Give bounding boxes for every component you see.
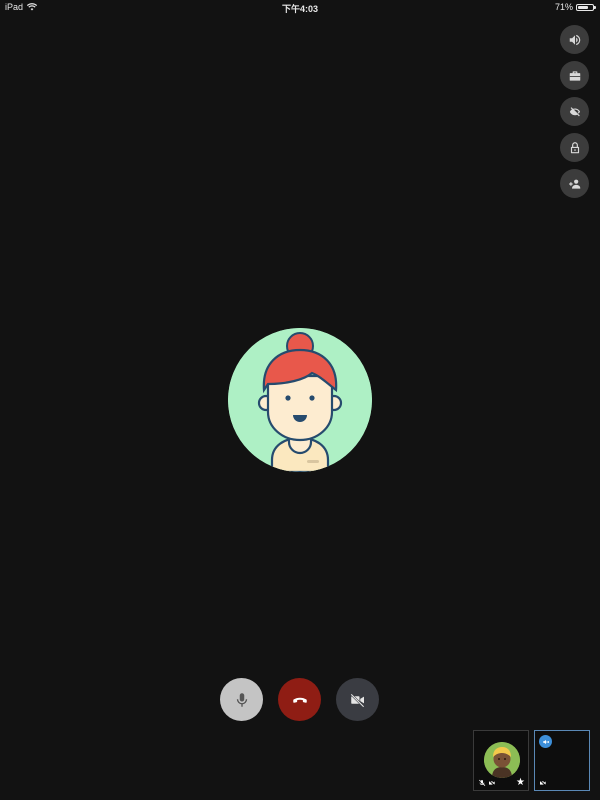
hang-up-button[interactable]: [278, 678, 321, 721]
phone-hangup-icon: [292, 697, 307, 703]
briefcase-button[interactable]: [560, 61, 589, 90]
battery-level: [578, 5, 588, 9]
participant-thumbnail-selected[interactable]: [534, 730, 590, 791]
hide-button[interactable]: [560, 97, 589, 126]
status-time: 下午4:03: [281, 4, 318, 14]
mic-off-icon: [479, 779, 486, 786]
avatar-illustration: [228, 328, 372, 472]
camera-off-icon: [539, 780, 546, 787]
avatar-illustration: [484, 742, 520, 778]
video-call-screen: iPad 下午4:03 71% ★: [0, 0, 600, 800]
speaker-button[interactable]: [560, 25, 589, 54]
camera-off-icon: [488, 780, 495, 787]
mute-button[interactable]: [220, 678, 263, 721]
participant-thumbnail[interactable]: ★: [473, 730, 529, 791]
lock-button[interactable]: [560, 133, 589, 162]
megaphone-glyph: [542, 739, 549, 744]
status-bar: iPad 下午4:03 71%: [0, 0, 600, 14]
briefcase-icon: [569, 70, 580, 81]
speaker-icon: [569, 34, 580, 45]
megaphone-icon: [539, 735, 552, 748]
add-person-icon: [568, 179, 580, 189]
participant-status-icons: [478, 779, 496, 787]
microphone-icon: [236, 692, 247, 707]
main-participant-avatar: [228, 328, 372, 472]
participant-avatar: [484, 742, 520, 778]
status-right: 71%: [554, 2, 596, 12]
add-person-button[interactable]: [560, 169, 589, 198]
camera-toggle-button[interactable]: [336, 678, 379, 721]
battery-percent: 71%: [554, 2, 573, 12]
camera-off-icon: [349, 693, 364, 708]
battery-icon: [576, 3, 596, 11]
star-icon: ★: [516, 777, 525, 788]
lock-icon: [570, 141, 579, 153]
eye-off-icon: [569, 106, 580, 116]
participant-status-icons: [539, 779, 547, 787]
